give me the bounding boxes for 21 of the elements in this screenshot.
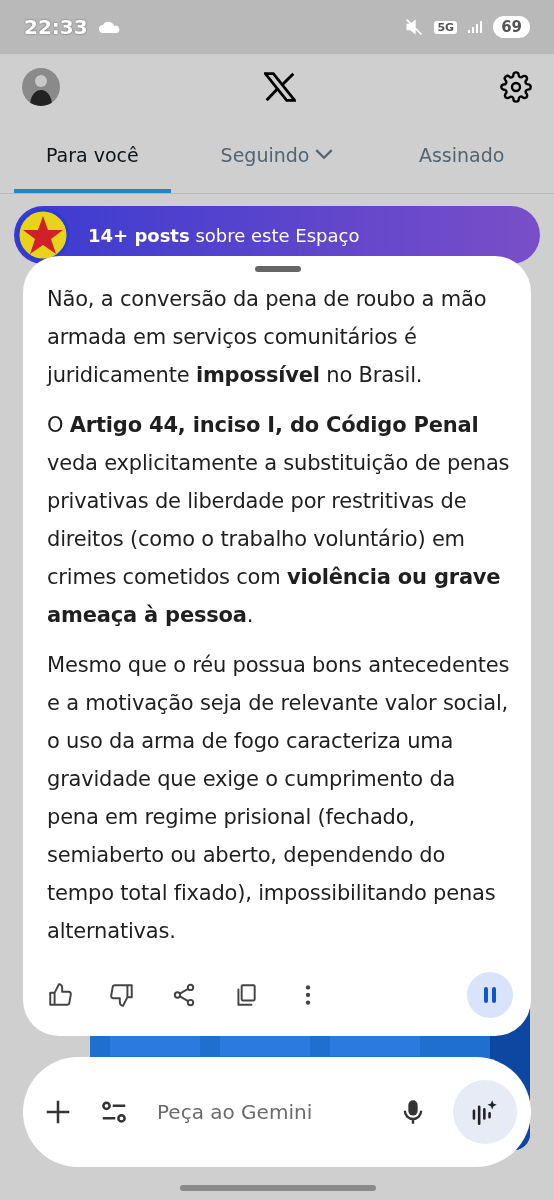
cloud-icon xyxy=(97,20,122,34)
feed-tab[interactable]: Assinado xyxy=(383,120,540,193)
sparkle-waveform-icon xyxy=(472,1099,498,1125)
feed-tab[interactable]: Seguindo xyxy=(198,120,356,193)
clock: 22:33 xyxy=(24,15,88,39)
star-badge-icon xyxy=(16,208,70,262)
answer-paragraph: O Artigo 44, inciso I, do Código Penal veda explicitamente a substituição de penas privativas de liberdade por restritivas de direitos (como o trabalho voluntário) em crimes cometidos com violência ou grave ameaça à pessoa. xyxy=(47,412,511,629)
network-label: 5G xyxy=(434,20,458,34)
answer-paragraph: Não, a conversão da pena de roubo a mão armada em serviços comunitários é juridicamente impossível no Brasil. xyxy=(47,286,488,389)
pause-icon xyxy=(484,987,496,1003)
settings-icon[interactable] xyxy=(500,71,532,103)
signal-icon xyxy=(467,19,484,35)
answer-paragraph: Mesmo que o réu possua bons antecedentes e a motivação seja de relevante valor social, o uso da arma de fogo caracteriza uma gravidade que exige o cumprimento da pena em regime prisional (fechado, semiaberto ou aberto, dependendo do tempo total fixado), impossibilitando penas alternativas. xyxy=(47,652,511,945)
muted-icon xyxy=(404,17,425,37)
x-logo xyxy=(264,72,296,102)
pause-button[interactable] xyxy=(467,972,513,1018)
feed-tab[interactable]: Para você xyxy=(14,120,171,193)
banner-text: 14+ posts sobre este Espaço xyxy=(88,224,361,246)
battery-level: 69 xyxy=(493,16,530,38)
drag-handle[interactable] xyxy=(255,266,301,272)
profile-avatar[interactable] xyxy=(22,68,60,106)
